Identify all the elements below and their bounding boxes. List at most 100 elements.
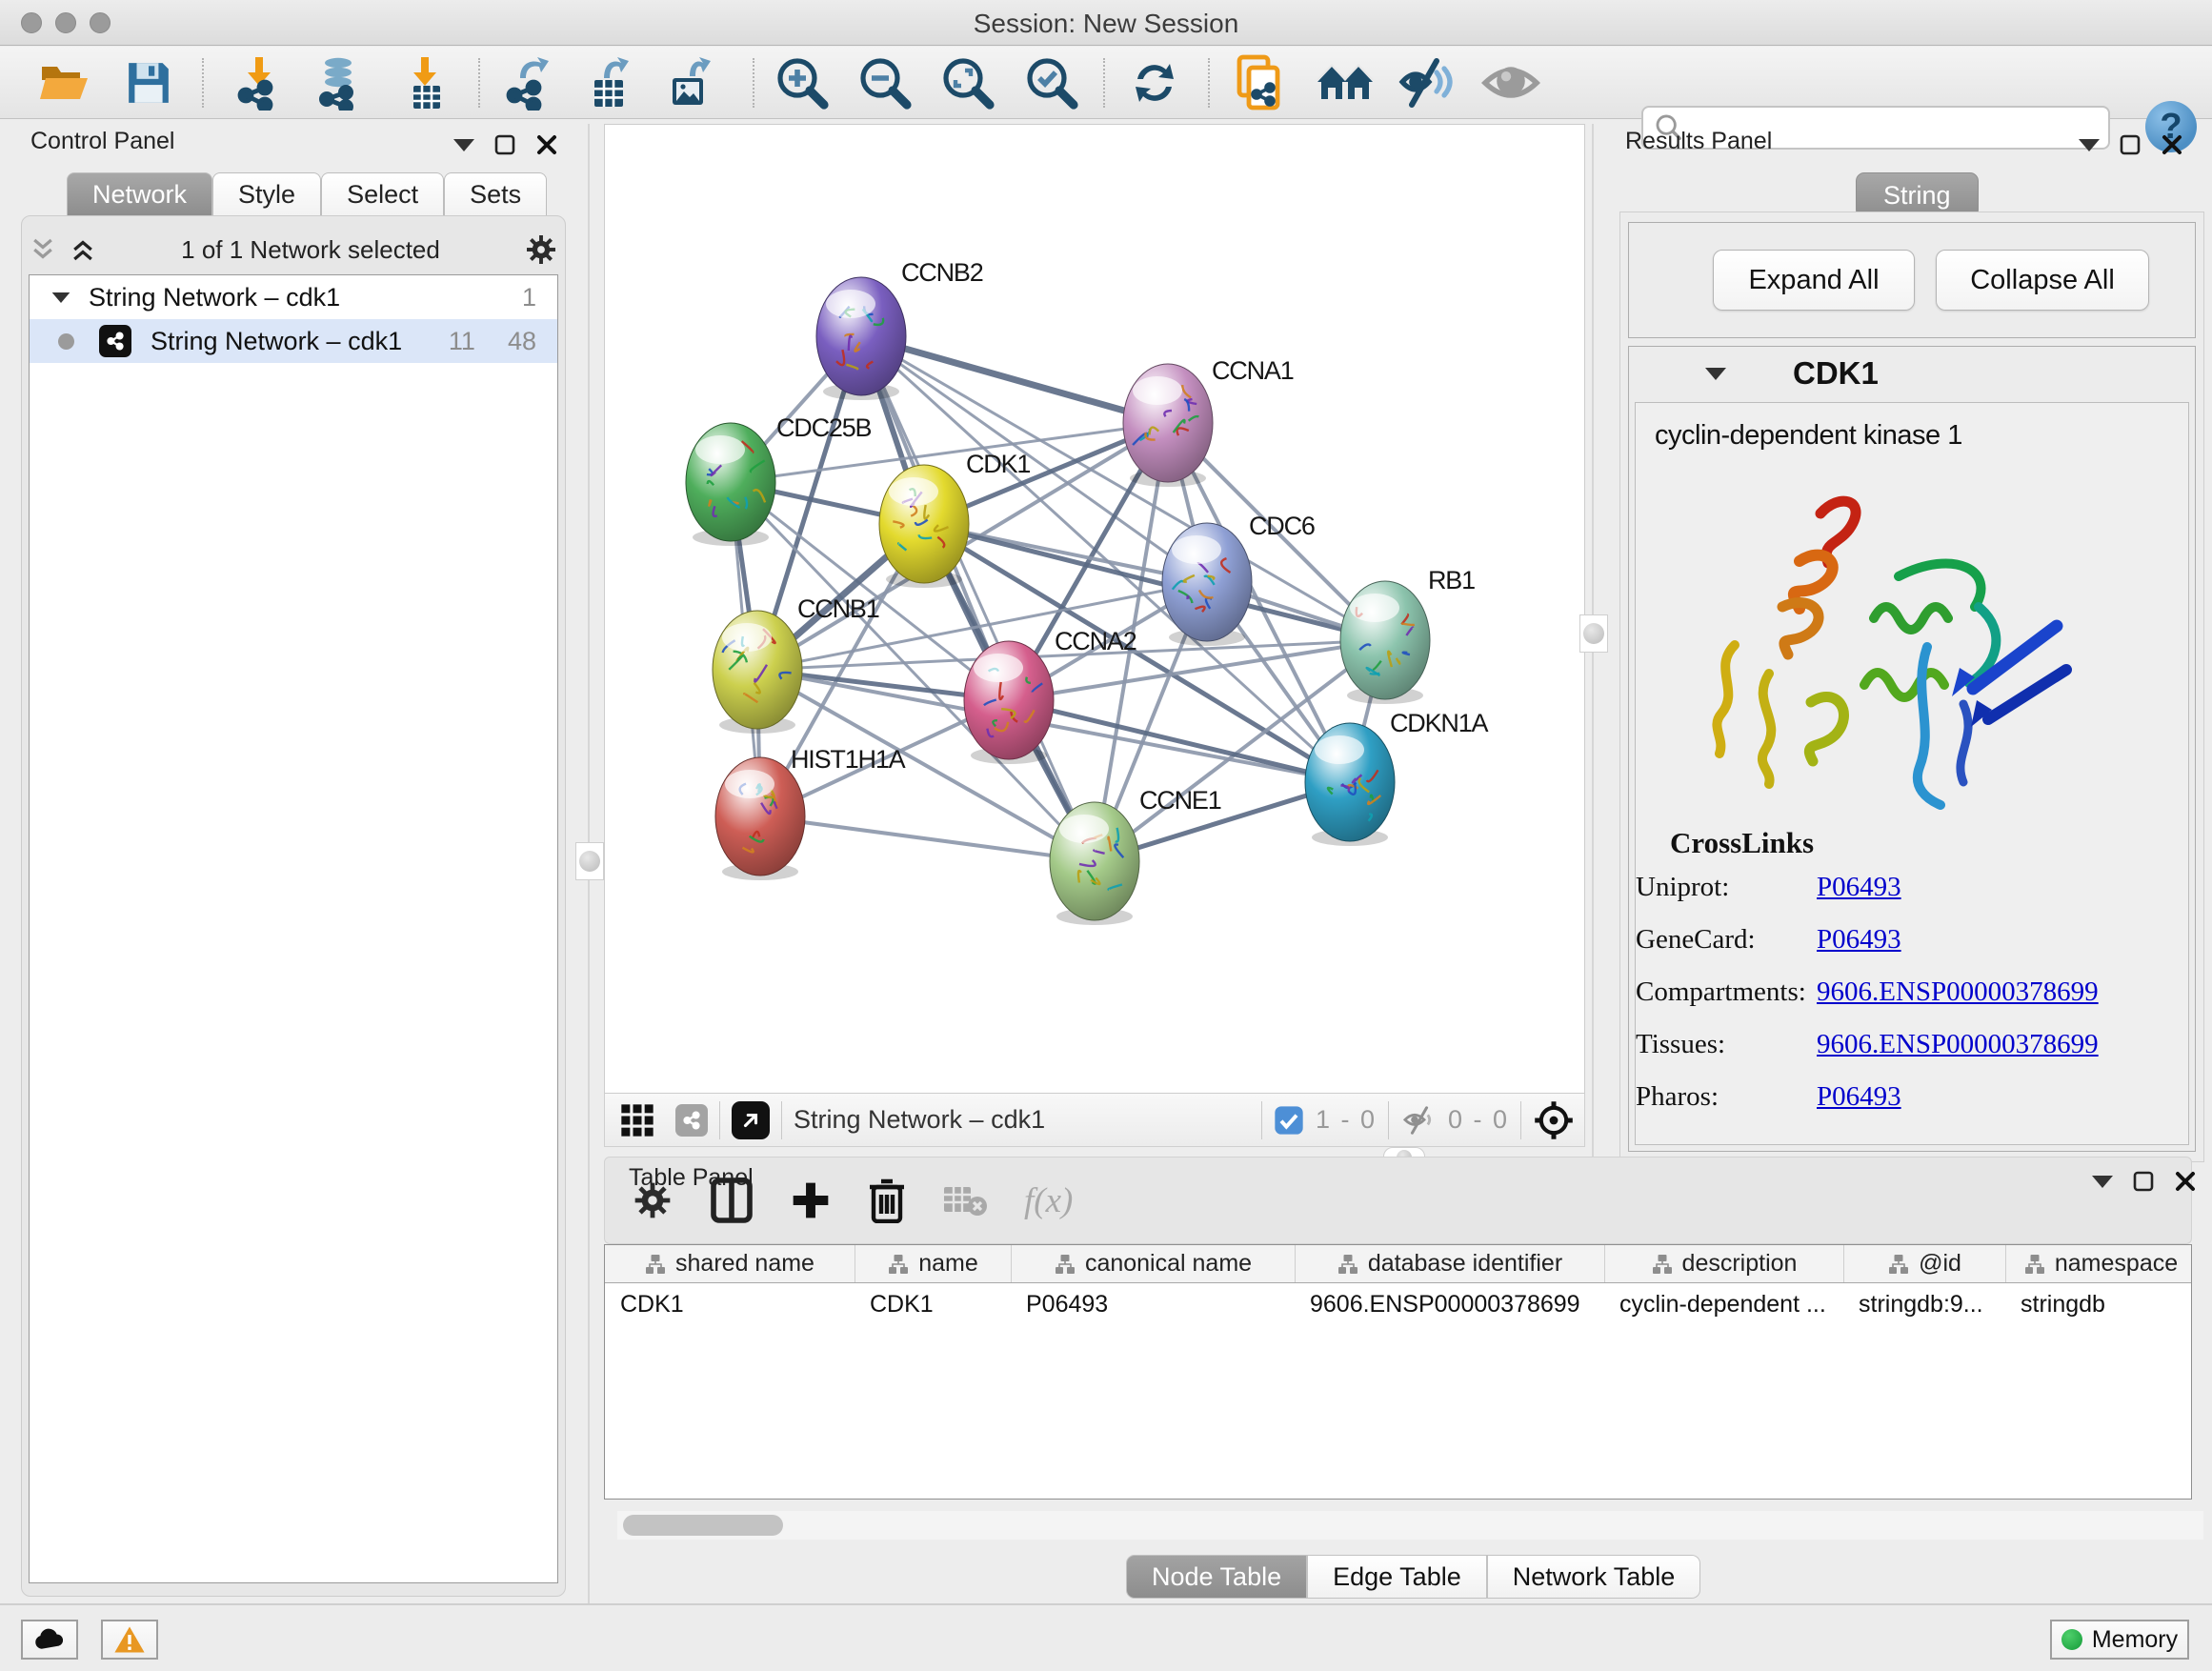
network-type-icon[interactable] (675, 1104, 708, 1137)
gear-icon[interactable] (524, 232, 558, 267)
network-node-HIST1H1A[interactable] (715, 757, 805, 880)
zoom-out-button[interactable] (851, 54, 919, 111)
network-node-CDC25B[interactable] (686, 423, 775, 546)
tab-network[interactable]: Network (67, 172, 212, 216)
import-database-button[interactable] (305, 54, 373, 111)
cloud-button[interactable] (21, 1620, 78, 1660)
splitter-handle[interactable] (575, 842, 604, 880)
import-table-button[interactable] (391, 54, 459, 111)
refresh-view-button[interactable] (1120, 54, 1189, 111)
gene-collapse-icon[interactable] (1705, 368, 1726, 380)
selected-checkbox-icon[interactable] (1274, 1105, 1304, 1136)
cell-namespace[interactable]: stringdb (2005, 1291, 2192, 1319)
memory-status-dot (2061, 1629, 2082, 1650)
tab-sets[interactable]: Sets (444, 172, 547, 216)
network-collection-row[interactable]: String Network – cdk1 1 (30, 275, 557, 319)
tab-select[interactable]: Select (321, 172, 444, 216)
cell-description[interactable]: cyclin-dependent ... (1604, 1291, 1843, 1319)
eye-slash-button[interactable] (1393, 54, 1461, 111)
table-horizontal-scrollbar[interactable] (617, 1511, 2203, 1540)
crosslink-link[interactable]: P06493 (1817, 924, 1901, 976)
cell-name[interactable]: CDK1 (855, 1291, 1011, 1319)
scrollbar-thumb[interactable] (623, 1515, 783, 1536)
network-node-CDKN1A[interactable] (1305, 723, 1395, 846)
column-header-database-identifier[interactable]: database identifier (1295, 1245, 1604, 1282)
cell--id[interactable]: stringdb:9... (1843, 1291, 2005, 1319)
panel-menu-icon[interactable] (453, 139, 474, 151)
toolbar-separator (1208, 58, 1210, 108)
column-header-shared-name[interactable]: shared name (605, 1245, 855, 1282)
close-panel-icon[interactable] (2174, 1170, 2197, 1193)
column-header-description[interactable]: description (1604, 1245, 1843, 1282)
expand-all-button[interactable]: Expand All (1713, 250, 1915, 311)
column-header--id[interactable]: @id (1843, 1245, 2005, 1282)
export-table-button[interactable] (573, 54, 642, 111)
column-header-canonical-name[interactable]: canonical name (1011, 1245, 1295, 1282)
delete-column-icon[interactable] (868, 1178, 906, 1223)
collection-expand-icon[interactable] (52, 292, 70, 302)
export-network-button[interactable] (493, 54, 562, 111)
float-panel-icon[interactable] (493, 133, 516, 156)
expand-all-icon[interactable] (69, 236, 97, 263)
crosslink-link[interactable]: 9606.ENSP00000378699 (1817, 1029, 2099, 1081)
open-in-window-icon[interactable] (732, 1101, 770, 1139)
network-node-CCNE1[interactable] (1050, 802, 1139, 925)
grid-view-icon[interactable] (618, 1101, 656, 1139)
import-network-button[interactable] (225, 54, 293, 111)
column-label: namespace (2055, 1250, 2178, 1278)
warnings-button[interactable] (101, 1620, 158, 1660)
memory-button[interactable]: Memory (2050, 1620, 2189, 1660)
birdseye-view-icon[interactable] (1533, 1099, 1575, 1141)
zoom-in-button[interactable] (768, 54, 836, 111)
crosslink-link[interactable]: 9606.ENSP00000378699 (1817, 976, 2099, 1029)
warning-icon (113, 1625, 146, 1654)
table-row[interactable]: CDK1CDK1P064939606.ENSP00000378699cyclin… (605, 1283, 2191, 1325)
network-node-CCNB2[interactable] (816, 277, 906, 400)
duplicate-network-button[interactable] (1225, 54, 1294, 111)
network-node-CCNA2[interactable] (964, 641, 1054, 764)
add-column-icon[interactable] (790, 1179, 832, 1221)
close-panel-icon[interactable] (535, 133, 558, 156)
tab-style[interactable]: Style (212, 172, 321, 216)
tab-network-table[interactable]: Network Table (1487, 1555, 1701, 1599)
homes-button[interactable] (1311, 54, 1379, 111)
crosslink-link[interactable]: P06493 (1817, 872, 1901, 924)
network-node-CCNB1[interactable] (713, 611, 802, 734)
cell-shared-name[interactable]: CDK1 (605, 1291, 855, 1319)
save-session-button[interactable] (114, 54, 183, 111)
network-node-RB1[interactable] (1340, 581, 1430, 704)
ntb-separator (719, 1101, 720, 1139)
string-network-graph[interactable]: CCNB2CCNA1CDC25BCDK1CDC6RB1CCNB1CCNA2CDK… (605, 125, 1584, 1093)
network-node-CCNA1[interactable] (1123, 364, 1213, 487)
eye-button[interactable] (1477, 54, 1545, 111)
close-panel-icon[interactable] (2161, 133, 2183, 156)
network-row-selected[interactable]: String Network – cdk1 11 48 (30, 319, 557, 363)
tab-edge-table[interactable]: Edge Table (1307, 1555, 1487, 1599)
results-panel-title: Results Panel (1625, 128, 1772, 155)
node-table[interactable]: shared namenamecanonical namedatabase id… (604, 1244, 2192, 1500)
hidden-eye-icon (1400, 1104, 1438, 1137)
tab-node-table[interactable]: Node Table (1126, 1555, 1307, 1599)
cell-database-identifier[interactable]: 9606.ENSP00000378699 (1295, 1291, 1604, 1319)
collection-label: String Network – cdk1 (89, 283, 522, 312)
float-panel-icon[interactable] (2132, 1170, 2155, 1193)
zoom-selected-button[interactable] (1017, 54, 1086, 111)
collapse-all-button[interactable]: Collapse All (1936, 250, 2149, 311)
cell-canonical-name[interactable]: P06493 (1011, 1291, 1295, 1319)
crosslink-link[interactable]: P06493 (1817, 1081, 1901, 1134)
panel-menu-icon[interactable] (2092, 1176, 2113, 1188)
panel-menu-icon[interactable] (2079, 139, 2100, 151)
collapse-all-icon[interactable] (29, 236, 57, 263)
app-window: Session: New Session (0, 0, 2212, 1671)
ntb-separator (1261, 1101, 1262, 1139)
crosslink-label: Pharos: (1636, 1081, 1817, 1134)
column-header-name[interactable]: name (855, 1245, 1011, 1282)
float-panel-icon[interactable] (2119, 133, 2142, 156)
open-session-button[interactable] (30, 54, 99, 111)
network-canvas[interactable]: CCNB2CCNA1CDC25BCDK1CDC6RB1CCNB1CCNA2CDK… (604, 124, 1585, 1094)
gene-section-header[interactable]: CDK1 (1629, 347, 2195, 400)
toolbar-separator (478, 58, 480, 108)
column-header-namespace[interactable]: namespace (2005, 1245, 2192, 1282)
export-image-button[interactable] (655, 54, 724, 111)
zoom-fit-button[interactable] (934, 54, 1002, 111)
